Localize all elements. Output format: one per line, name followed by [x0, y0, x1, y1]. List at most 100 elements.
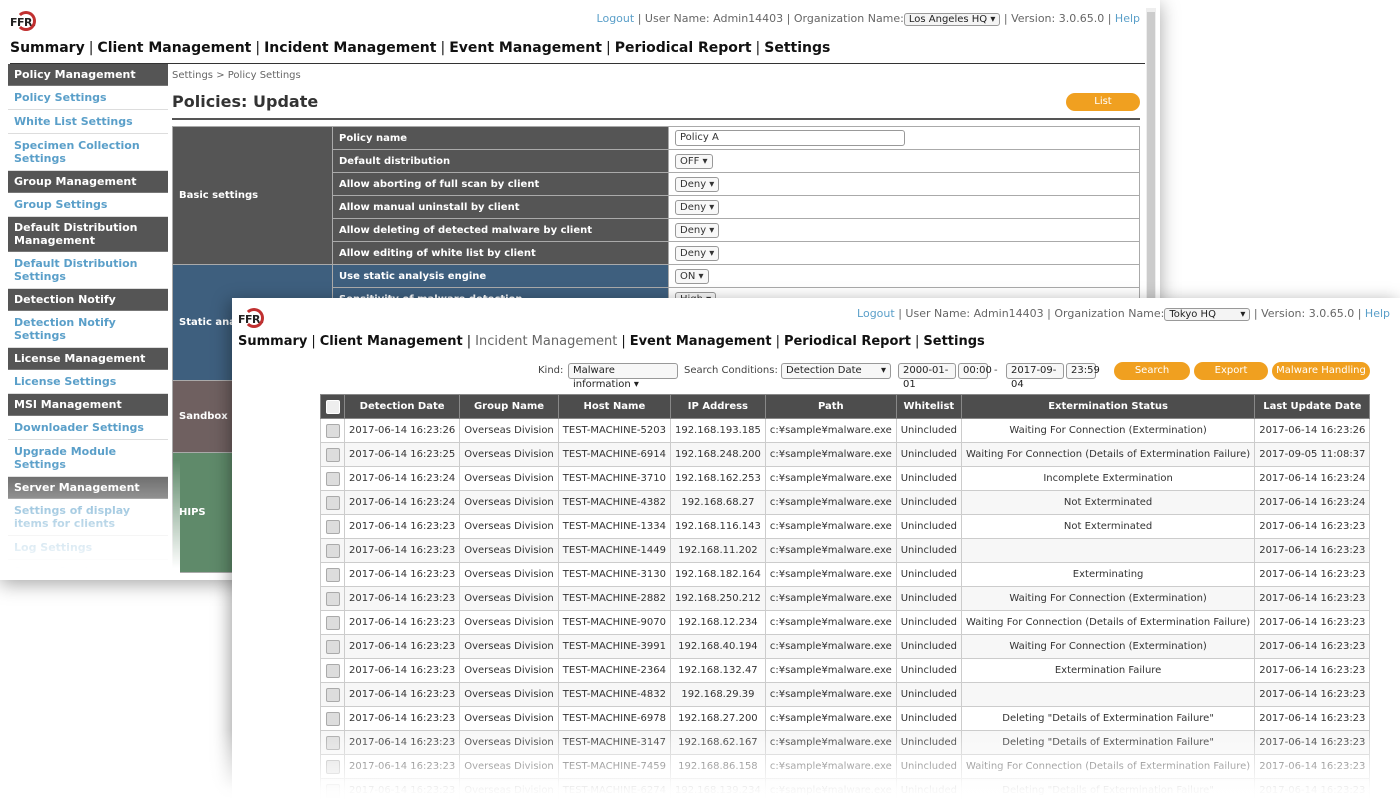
sidebar-item[interactable]: White List Settings	[8, 110, 168, 134]
select-all-checkbox[interactable]	[325, 399, 340, 414]
row-checkbox[interactable]	[325, 447, 340, 462]
table-row[interactable]: 2017-06-14 16:23:23 Overseas Division TEST…	[320, 706, 1371, 731]
row-checkbox[interactable]	[325, 687, 340, 702]
condition-select[interactable]: Detection Date ▾	[781, 363, 891, 379]
cell-extermination-status[interactable]: Deleting "Details of Extermination Failu…	[960, 706, 1256, 731]
date-from-input[interactable]: 2000-01-01	[898, 363, 956, 390]
col-detection-date[interactable]: Detection Date	[343, 394, 461, 419]
nav-client-management[interactable]: Client Management	[97, 40, 251, 56]
cell-detection-date: 2017-06-14 16:23:25	[343, 442, 461, 467]
cell-extermination-status[interactable]: Deleting "Details of Extermination Failu…	[960, 730, 1256, 755]
cell-extermination-status[interactable]: Extermination Failure	[960, 658, 1256, 683]
row-checkbox[interactable]	[325, 591, 340, 606]
table-row[interactable]: 2017-06-14 16:23:23 Overseas Division TEST…	[320, 634, 1371, 659]
table-row[interactable]: 2017-06-14 16:23:26 Overseas Division TEST…	[320, 418, 1371, 443]
nav-summary[interactable]: Summary	[238, 334, 307, 349]
sidebar-item[interactable]: Policy Settings	[8, 86, 168, 110]
col-whitelist[interactable]: Whitelist	[895, 394, 962, 419]
nav-incident-management[interactable]: Incident Management	[475, 334, 617, 349]
row-checkbox[interactable]	[325, 543, 340, 558]
cell-host-name: TEST-MACHINE-3130	[557, 562, 671, 587]
sidebar-item[interactable]: Specimen Collection Settings	[8, 134, 168, 171]
help-link[interactable]: Help	[1115, 12, 1140, 25]
nav-settings[interactable]: Settings	[764, 40, 830, 56]
static-engine-select[interactable]: ON ▾	[675, 268, 709, 284]
malware-handling-button[interactable]: Malware Handling	[1272, 362, 1370, 380]
manual-uninstall-select[interactable]: Deny ▾	[675, 199, 720, 215]
cell-extermination-status[interactable]: Waiting For Connection (Details of Exter…	[960, 754, 1256, 779]
table-row[interactable]: 2017-06-14 16:23:25 Overseas Division TEST…	[320, 442, 1371, 467]
help-link[interactable]: Help	[1365, 307, 1390, 320]
sidebar-item[interactable]: Default Distribution Settings	[8, 252, 168, 289]
policy-name-input[interactable]: Policy A	[675, 130, 905, 146]
table-row[interactable]: 2017-06-14 16:23:23 Overseas Division TEST…	[320, 538, 1371, 563]
table-row[interactable]: 2017-06-14 16:23:23 Overseas Division TEST…	[320, 730, 1371, 755]
row-checkbox[interactable]	[325, 519, 340, 534]
table-row[interactable]: 2017-06-14 16:23:23 Overseas Division TEST…	[320, 658, 1371, 683]
cell-extermination-status[interactable]: Waiting For Connection (Details of Exter…	[960, 442, 1256, 467]
table-row[interactable]: 2017-06-14 16:23:23 Overseas Division TEST…	[320, 610, 1371, 635]
sidebar-item[interactable]: License Settings	[8, 370, 168, 394]
abort-scan-select[interactable]: Deny ▾	[675, 176, 720, 192]
edit-whitelist-select[interactable]: Deny ▾	[675, 245, 720, 261]
time-from-input[interactable]: 00:00	[958, 363, 992, 379]
logout-link[interactable]: Logout	[597, 12, 635, 25]
row-checkbox[interactable]	[325, 567, 340, 582]
row-checkbox[interactable]	[325, 423, 340, 438]
col-ip-address[interactable]: IP Address	[669, 394, 766, 419]
sidebar-item[interactable]: Downloader Settings	[8, 416, 168, 440]
sidebar-item[interactable]: Group Settings	[8, 193, 168, 217]
cell-extermination-status[interactable]: Incomplete Extermination	[960, 466, 1256, 491]
row-checkbox[interactable]	[325, 495, 340, 510]
row-checkbox[interactable]	[325, 663, 340, 678]
table-row[interactable]: 2017-06-14 16:23:24 Overseas Division TEST…	[320, 490, 1371, 515]
table-row[interactable]: 2017-06-14 16:23:23 Overseas Division TEST…	[320, 514, 1371, 539]
nav-summary[interactable]: Summary	[10, 40, 85, 56]
col-host-name[interactable]: Host Name	[557, 394, 671, 419]
row-checkbox[interactable]	[325, 783, 340, 798]
table-row[interactable]: 2017-06-14 16:23:23 Overseas Division TEST…	[320, 586, 1371, 611]
nav-event-management[interactable]: Event Management	[449, 40, 602, 56]
sidebar-item[interactable]: Server Settings	[8, 560, 168, 580]
table-row[interactable]: 2017-06-14 16:23:23 Overseas Division TEST…	[320, 778, 1371, 800]
title-divider	[172, 118, 1140, 120]
export-button[interactable]: Export	[1194, 362, 1268, 380]
row-checkbox[interactable]	[325, 735, 340, 750]
nav-event-management[interactable]: Event Management	[630, 334, 772, 349]
row-checkbox[interactable]	[325, 711, 340, 726]
kind-select[interactable]: Malware information ▾	[568, 363, 678, 390]
table-row[interactable]: 2017-06-14 16:23:24 Overseas Division TEST…	[320, 466, 1371, 491]
nav-periodical-report[interactable]: Periodical Report	[615, 40, 752, 56]
cell-extermination-status[interactable]: Deleting "Details of Extermination Failu…	[960, 778, 1256, 800]
row-checkbox[interactable]	[325, 639, 340, 654]
date-to-input[interactable]: 2017-09-04	[1006, 363, 1064, 390]
nav-periodical-report[interactable]: Periodical Report	[784, 334, 911, 349]
nav-incident-management[interactable]: Incident Management	[264, 40, 436, 56]
delete-malware-select[interactable]: Deny ▾	[675, 222, 720, 238]
list-button[interactable]: List	[1066, 93, 1140, 111]
nav-client-management[interactable]: Client Management	[320, 334, 463, 349]
col-group-name[interactable]: Group Name	[459, 394, 559, 419]
search-button[interactable]: Search	[1114, 362, 1190, 380]
col-extermination-status[interactable]: Extermination Status	[960, 394, 1256, 419]
table-row[interactable]: 2017-06-14 16:23:23 Overseas Division TEST…	[320, 754, 1371, 779]
sidebar-item[interactable]: Detection Notify Settings	[8, 311, 168, 348]
col-last-update-date[interactable]: Last Update Date	[1254, 394, 1371, 419]
table-row[interactable]: 2017-06-14 16:23:23 Overseas Division TEST…	[320, 682, 1371, 707]
sidebar-item[interactable]: Upgrade Module Settings	[8, 440, 168, 477]
nav-settings[interactable]: Settings	[923, 334, 984, 349]
org-select[interactable]: Tokyo HQ ▾	[1164, 308, 1251, 321]
org-select[interactable]: Los Angeles HQ ▾	[903, 13, 1001, 26]
default-distribution-select[interactable]: OFF ▾	[675, 153, 713, 169]
col-path[interactable]: Path	[764, 394, 897, 419]
sidebar-item[interactable]: Log Settings	[8, 536, 168, 560]
table-row[interactable]: 2017-06-14 16:23:23 Overseas Division TEST…	[320, 562, 1371, 587]
row-checkbox[interactable]	[325, 615, 340, 630]
logout-link[interactable]: Logout	[857, 307, 895, 320]
row-checkbox[interactable]	[325, 759, 340, 774]
sidebar-item[interactable]: Settings of display items for clients	[8, 499, 168, 536]
time-to-input[interactable]: 23:59	[1066, 363, 1100, 379]
cell-extermination-status[interactable]: Waiting For Connection (Details of Exter…	[960, 610, 1256, 635]
row-checkbox[interactable]	[325, 471, 340, 486]
table-header-row: Detection Date Group Name Host Name IP A…	[320, 394, 1371, 419]
